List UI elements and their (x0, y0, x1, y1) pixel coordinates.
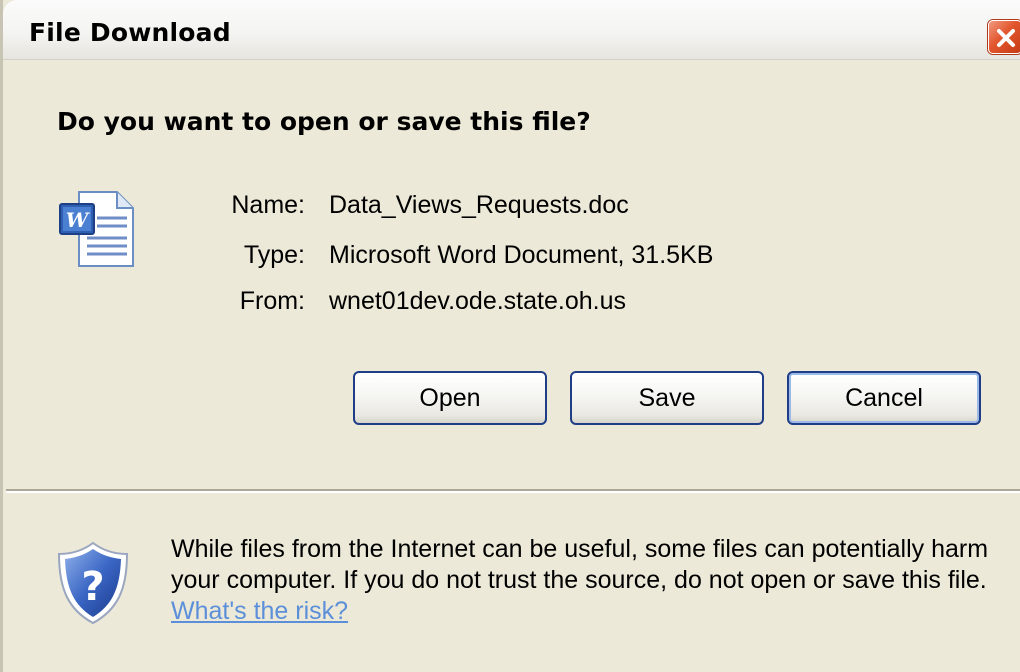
whats-the-risk-link[interactable]: What's the risk? (171, 597, 348, 625)
dialog-title: File Download (29, 18, 231, 47)
security-warning: While files from the Internet can be use… (171, 534, 1001, 627)
svg-text:W: W (66, 208, 91, 232)
file-from-value: wnet01dev.ode.state.oh.us (329, 287, 626, 315)
file-name-value: Data_Views_Requests.doc (329, 191, 629, 219)
open-button[interactable]: Open (353, 371, 547, 425)
cancel-button[interactable]: Cancel (787, 371, 981, 425)
title-bar[interactable]: File Download (3, 0, 1020, 60)
save-button[interactable]: Save (570, 371, 764, 425)
word-document-icon: W (59, 191, 134, 267)
close-button[interactable] (988, 20, 1020, 54)
section-divider (6, 489, 1020, 493)
warning-text: While files from the Internet can be use… (171, 535, 989, 594)
dialog-question: Do you want to open or save this file? (57, 107, 591, 136)
file-name-label: Name: (231, 191, 305, 219)
svg-text:?: ? (81, 564, 104, 610)
file-type-label: Type: (243, 241, 305, 269)
shield-question-icon: ? (57, 541, 129, 625)
file-download-dialog: File Download Do you want to open or sav… (0, 0, 1020, 672)
close-icon (997, 29, 1015, 47)
file-from-label: From: (239, 287, 305, 315)
file-type-value: Microsoft Word Document, 31.5KB (329, 241, 714, 269)
